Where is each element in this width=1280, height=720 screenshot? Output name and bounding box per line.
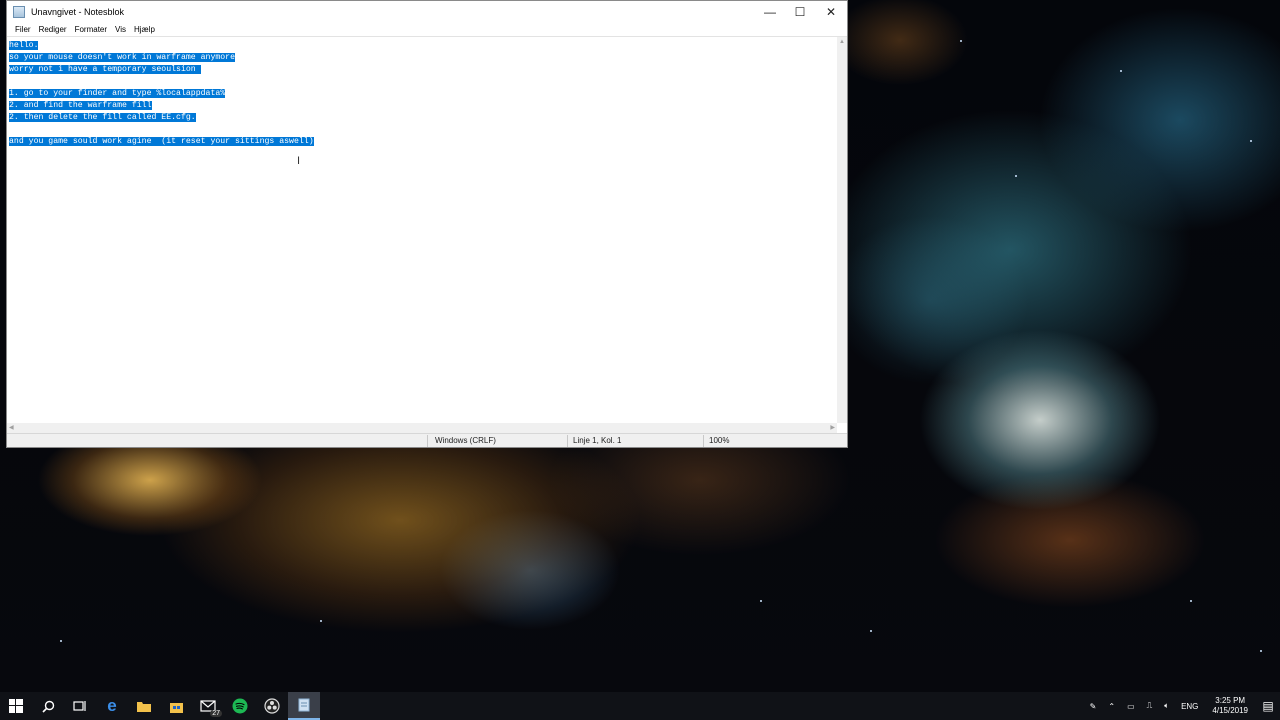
star xyxy=(1250,140,1252,142)
status-separator xyxy=(567,435,568,447)
status-separator xyxy=(703,435,704,447)
star xyxy=(1015,175,1017,177)
system-tray: ✎ ⌃ ▭ ⎍ 🔈︎ ENG 3:25 PM 4/15/2019 ▤ xyxy=(1084,692,1280,720)
text-area[interactable]: hello. so your mouse doesn't work in war… xyxy=(9,40,835,421)
text-line: and you game sould work agine (it reset … xyxy=(9,137,314,146)
notepad-window: Unavngivet - Notesblok — ☐ ✕ Filer Redig… xyxy=(6,0,848,448)
notepad-app-icon xyxy=(13,6,25,18)
text-line xyxy=(9,76,835,88)
menu-bar: Filer Rediger Formater Vis Hjælp xyxy=(7,23,847,36)
pen-icon[interactable]: ✎ xyxy=(1084,702,1103,711)
star xyxy=(870,630,872,632)
windows-start-icon[interactable] xyxy=(0,692,32,720)
file-explorer-icon[interactable] xyxy=(128,692,160,720)
minimize-button[interactable]: — xyxy=(755,1,785,23)
edge-icon[interactable]: e xyxy=(96,692,128,720)
search-icon[interactable] xyxy=(32,692,64,720)
scroll-left-icon[interactable]: ◀ xyxy=(9,423,14,433)
clock-time: 3:25 PM xyxy=(1215,696,1246,705)
title-bar[interactable]: Unavngivet - Notesblok — ☐ ✕ xyxy=(7,1,847,23)
text-cursor-icon: I xyxy=(297,155,301,167)
network-icon[interactable]: ⎍ xyxy=(1141,701,1159,711)
text-line: 1. go to your finder and type %localappd… xyxy=(9,89,226,98)
spotify-icon[interactable] xyxy=(224,692,256,720)
chevron-up-icon[interactable]: ⌃ xyxy=(1102,702,1121,711)
close-button[interactable]: ✕ xyxy=(815,1,847,23)
status-encoding: Windows (CRLF) xyxy=(435,436,496,445)
text-line: 2. then delete the fill called EE.cfg. xyxy=(9,113,196,122)
text-line: 2. and find the warframe fill xyxy=(9,101,152,110)
menu-rediger[interactable]: Rediger xyxy=(35,25,71,34)
scroll-up-icon[interactable]: ▲ xyxy=(837,37,847,47)
volume-icon[interactable]: 🔈︎ xyxy=(1158,701,1175,711)
star xyxy=(320,620,322,622)
status-position: Linje 1, Kol. 1 xyxy=(573,436,622,445)
window-title: Unavngivet - Notesblok xyxy=(31,7,125,17)
star xyxy=(960,40,962,42)
status-separator xyxy=(427,435,428,447)
text-line: hello. xyxy=(9,41,39,50)
text-line xyxy=(9,124,835,136)
menu-hjaelp[interactable]: Hjælp xyxy=(130,25,159,34)
status-zoom: 100% xyxy=(709,436,730,445)
notification-icon[interactable]: ▤ xyxy=(1256,699,1280,713)
menu-formater[interactable]: Formater xyxy=(71,25,111,34)
clock-date: 4/15/2019 xyxy=(1212,706,1248,715)
star xyxy=(60,640,62,642)
text-line: so your mouse doesn't work in warframe a… xyxy=(9,53,236,62)
text-line: worry not i have a temporary seoulsion xyxy=(9,65,201,74)
menu-vis[interactable]: Vis xyxy=(111,25,130,34)
language-indicator[interactable]: ENG xyxy=(1175,702,1204,711)
star xyxy=(1190,600,1192,602)
star xyxy=(760,600,762,602)
status-bar: Windows (CRLF) Linje 1, Kol. 1 100% xyxy=(7,433,847,447)
text-editor[interactable]: hello. so your mouse doesn't work in war… xyxy=(7,36,847,433)
mail-badge: 27 xyxy=(210,710,222,717)
obs-icon[interactable] xyxy=(256,692,288,720)
vertical-scrollbar[interactable]: ▲ xyxy=(837,37,847,423)
taskbar: e 27 ✎ ⌃ ▭ ⎍ 🔈︎ ENG 3:25 PM 4/15/2019 ▤ xyxy=(0,692,1280,720)
task-view-icon[interactable] xyxy=(64,692,96,720)
clock[interactable]: 3:25 PM 4/15/2019 xyxy=(1204,696,1256,716)
notepad-icon[interactable] xyxy=(288,692,320,720)
mail-icon[interactable]: 27 xyxy=(192,692,224,720)
maximize-button[interactable]: ☐ xyxy=(785,1,815,23)
menu-filer[interactable]: Filer xyxy=(11,25,35,34)
battery-icon[interactable]: ▭ xyxy=(1121,702,1141,711)
scroll-right-icon[interactable]: ▶ xyxy=(830,423,835,433)
store-icon[interactable] xyxy=(160,692,192,720)
star xyxy=(1120,70,1122,72)
horizontal-scrollbar[interactable]: ◀ ▶ xyxy=(7,423,837,433)
star xyxy=(1260,650,1262,652)
